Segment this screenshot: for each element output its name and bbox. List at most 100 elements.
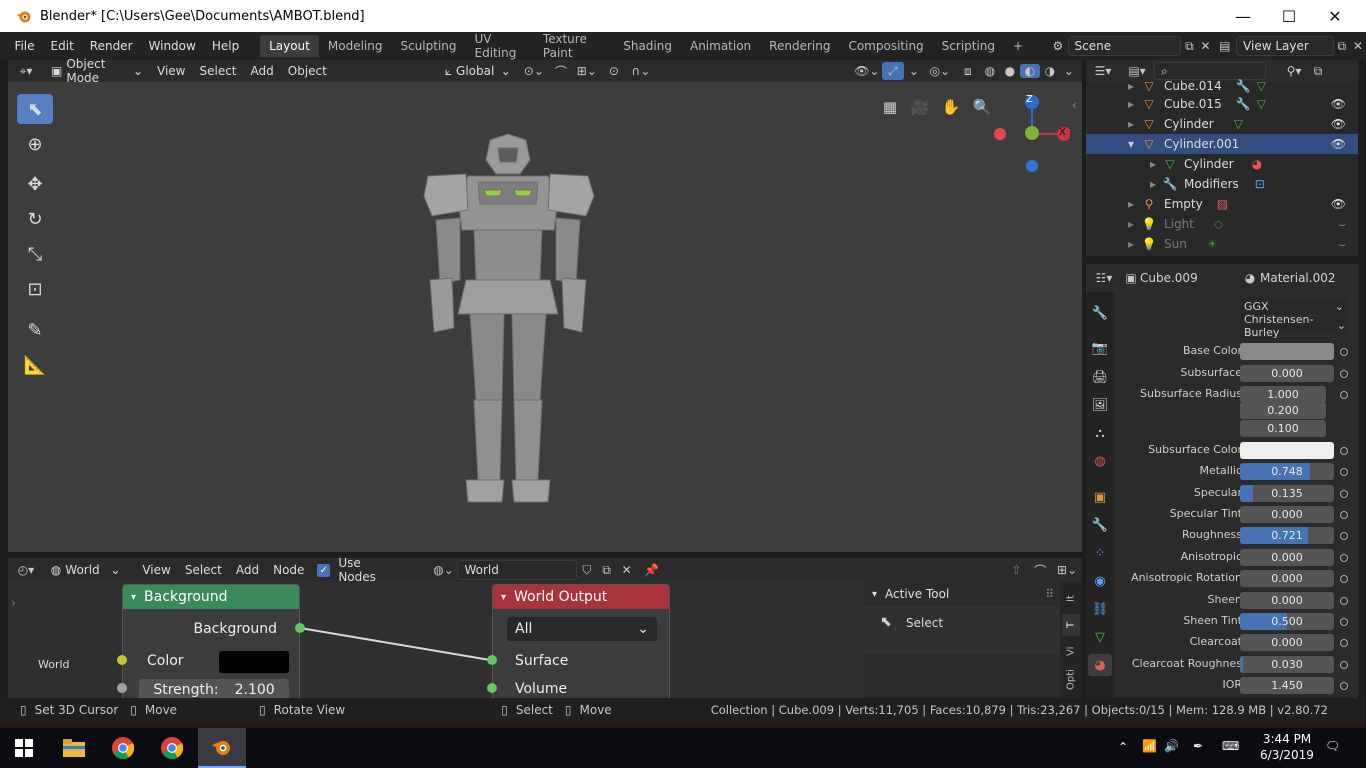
tab-shading[interactable]: Shading [614,35,681,57]
collapse-arrow-icon[interactable]: ▾ [1086,137,1134,151]
outliner-row[interactable]: ▸ ▽ Cube.014 🔧 ▽ [1086,76,1358,96]
property-value-field[interactable]: 0.200 [1240,402,1326,419]
node-menu-node[interactable]: Node [266,560,311,580]
property-value-field[interactable]: 0.721 [1240,527,1334,544]
subsurface-method-select[interactable]: Christensen-Burley ⌄ [1240,313,1348,339]
robot-model[interactable] [408,130,608,525]
select-box-tool-icon[interactable]: ⬉ [17,94,53,124]
hidden-eye-icon[interactable]: ⌣ [1338,237,1346,252]
overlays-icon[interactable]: ◎⌄ [924,64,956,78]
transform-orientation-selector[interactable]: ⟀ Global ⌄ [437,61,518,81]
scene-icon[interactable]: ⚙ [1048,39,1067,53]
move-tool-icon[interactable]: ✥ [17,169,53,199]
material-shading-icon[interactable]: ◐ [1019,64,1040,78]
fake-user-icon[interactable]: ⛉ [577,563,597,578]
menu-window[interactable]: Window [141,32,204,60]
tab-animation[interactable]: Animation [681,35,760,57]
menu-edit[interactable]: Edit [43,32,82,60]
property-value-field[interactable]: 0.500 [1240,613,1334,630]
viewport-menu-view[interactable]: View [150,61,192,81]
tab-sculpting[interactable]: Sculpting [391,35,465,57]
eye-icon[interactable]: 👁 [1331,117,1346,131]
input-socket-dot-icon[interactable] [1340,447,1348,455]
snap-icon[interactable]: ⌒ [550,63,572,80]
pin-icon[interactable]: 📌 [637,563,667,577]
viewport-menu-object[interactable]: Object [281,61,334,81]
gizmo-options-icon[interactable]: ⌄ [904,64,924,78]
material-tab-icon[interactable]: ◕ [1088,654,1112,676]
new-view-layer-icon[interactable]: ⧉ [1334,39,1350,54]
sidebar-tab-options[interactable]: Opti [1062,666,1080,694]
cursor-tool-icon[interactable]: ⊕ [17,129,53,159]
hidden-eye-icon[interactable]: ⌣ [1338,217,1346,232]
strength-field[interactable]: Strength: 2.100 [139,679,289,698]
show-hidden-icons-icon[interactable]: ⌃ [1118,740,1128,754]
properties-editor-type-icon[interactable]: ☷▾ [1086,271,1122,285]
falloff-icon[interactable]: ∩⌄ [626,64,656,78]
volume-input-socket[interactable] [487,683,497,693]
property-value-field[interactable]: 0.000 [1240,570,1334,587]
tab-modeling[interactable]: Modeling [319,35,392,57]
rotate-tool-icon[interactable]: ↻ [17,204,53,234]
input-socket-dot-icon[interactable] [1340,661,1348,669]
property-value-field[interactable]: 0.000 [1240,365,1334,382]
tool-tab-icon[interactable]: 🔧 [1088,302,1112,324]
outliner-row[interactable]: ▸ ▽ Cylinder ▽ 👁 [1086,114,1358,134]
expand-arrow-icon[interactable]: ▸ [1086,157,1156,171]
input-socket-dot-icon[interactable] [1340,575,1348,583]
drag-handle-icon[interactable]: ⠿ [1045,587,1054,601]
parent-node-tree-icon[interactable]: ⇧ [1004,563,1028,577]
rendered-shading-icon[interactable]: ◑ [1040,64,1060,78]
shader-type-selector[interactable]: ◍ World ⌄ [43,560,128,580]
blender-taskbar-icon[interactable] [198,728,246,768]
select-tool-icon[interactable]: ⬉ [880,614,892,630]
outliner-row[interactable]: ▸ 💡 Sun ☀ ⌣ [1086,234,1358,254]
sidebar-toggle-icon[interactable]: ‹ [1072,98,1077,112]
property-value-field[interactable] [1240,343,1334,360]
sidebar-tab-view[interactable]: Vi [1062,640,1080,662]
duplicate-icon[interactable]: ⧉ [597,563,617,578]
sidebar-tab-tool[interactable]: T [1062,614,1080,636]
property-value-field[interactable]: 0.000 [1240,592,1334,609]
world-tab-icon[interactable]: ◍ [1088,450,1112,472]
proportional-edit-icon[interactable]: ⊙ [602,64,626,78]
object-tab-icon[interactable]: ▣ [1088,486,1112,508]
minimize-button[interactable]: — [1220,0,1266,32]
solid-shading-icon[interactable]: ● [1000,64,1020,78]
volume-icon[interactable]: 🔊 [1164,739,1179,753]
wireframe-shading-icon[interactable]: ◍ [980,64,1000,78]
input-socket-dot-icon[interactable] [1340,682,1348,690]
notifications-icon[interactable]: 🗨 [1325,739,1340,753]
clock[interactable]: 3:44 PM 6/3/2019 [1256,731,1318,763]
scene-selector[interactable]: Scene [1067,36,1182,56]
input-socket-dot-icon[interactable] [1340,348,1348,356]
output-target-select[interactable]: All ⌄ [507,617,657,641]
view-layer-selector[interactable]: View Layer [1236,36,1334,56]
modifier-tab-icon[interactable]: 🔧 [1088,514,1112,536]
menu-render[interactable]: Render [82,32,141,60]
render-tab-icon[interactable]: 📷 [1088,337,1112,359]
outliner-row[interactable]: ▸ ▽ Cube.015 🔧 ▽ 👁 [1086,94,1358,114]
active-tool-panel-header[interactable]: ▾ Active Tool ⠿ [864,584,1060,604]
delete-view-layer-icon[interactable]: ✕ [1350,39,1366,53]
output-tab-icon[interactable]: 🖨 [1088,366,1112,388]
measure-tool-icon[interactable]: 📐 [17,350,53,380]
input-socket-dot-icon[interactable] [1340,639,1348,647]
property-value-field[interactable] [1240,442,1334,459]
outliner-row[interactable]: ▸ 💡 Light ◇ ⌣ [1086,214,1358,234]
particles-tab-icon[interactable]: ⁘ [1088,542,1112,564]
menu-file[interactable]: File [6,32,42,60]
xray-icon[interactable]: ⧈ [956,64,980,79]
keyboard-icon[interactable]: ⌨ [1222,739,1239,753]
annotate-tool-icon[interactable]: ✎ [17,315,53,345]
eye-icon[interactable]: 👁 [1331,137,1346,151]
expand-arrow-icon[interactable]: ▸ [1086,117,1134,131]
input-socket-dot-icon[interactable] [1340,490,1348,498]
chrome-profile-icon[interactable] [148,728,196,768]
mode-selector[interactable]: ▣ Object Mode ⌄ [44,57,150,85]
eye-icon[interactable]: 👁 [1331,197,1346,211]
constraints-tab-icon[interactable]: ⛓ [1088,598,1112,620]
tab-scripting[interactable]: Scripting [933,35,1004,57]
node-menu-add[interactable]: Add [229,560,266,580]
expand-arrow-icon[interactable]: ▸ [1086,197,1134,211]
